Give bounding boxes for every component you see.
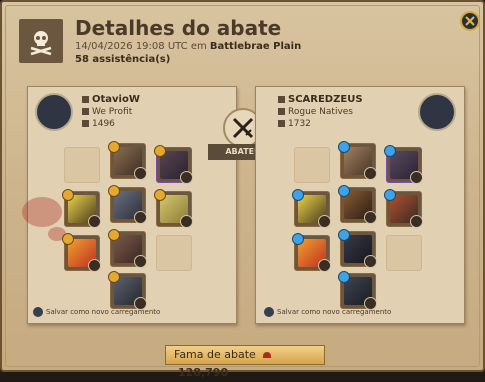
enchant-badge [62,189,74,201]
guild-icon [82,108,89,115]
food-slot-empty [156,235,192,271]
item-info-icon [364,211,377,224]
close-button[interactable] [460,11,480,31]
guild-icon [278,108,285,115]
shoes-slot[interactable] [338,229,377,268]
killer-item-power: 1496 [82,119,115,129]
item-info-icon [364,255,377,268]
enchant-badge [108,229,120,241]
item-power-icon [278,120,285,127]
killer-name[interactable]: OtavioW [82,94,140,105]
item-info-icon [180,215,193,228]
item-info-icon [134,167,147,180]
enchant-badge [108,141,120,153]
close-icon [465,16,475,26]
enchant-badge [338,185,350,197]
cape-slot[interactable] [384,145,423,184]
chest-slot[interactable] [108,185,147,224]
enchant-badge [108,271,120,283]
item-info-icon [410,171,423,184]
killer-panel: OtavioW We Profit 1496 Salvar como novo … [22,86,237,324]
bag-slot-empty [294,147,330,183]
enchant-badge [384,189,396,201]
save-loadout-icon [264,307,274,317]
item-info-icon [180,171,193,184]
enchant-badge [154,145,166,157]
off-hand-slot[interactable] [154,189,193,228]
item-info-icon [134,255,147,268]
shoes-slot[interactable] [108,229,147,268]
enchant-badge [338,141,350,153]
victim-panel: SCAREDZEUS Rogue Natives 1732 Salvar com… [255,86,465,324]
kill-location: Battlebrae Plain [209,41,302,52]
kill-fame-value: 128,790 [178,366,229,379]
item-info-icon [364,167,377,180]
chest-slot[interactable] [338,185,377,224]
item-info-icon [318,215,331,228]
bag-slot-empty [64,147,100,183]
victim-item-power: 1732 [278,119,311,129]
item-info-icon [88,259,101,272]
potion-slot[interactable] [292,233,331,272]
item-info-icon [410,215,423,228]
head-slot[interactable] [108,141,147,180]
victim-name[interactable]: SCAREDZEUS [278,94,363,105]
item-info-icon [134,211,147,224]
enchant-badge [384,145,396,157]
cape-slot[interactable] [154,145,193,184]
killer-avatar[interactable] [35,93,73,131]
save-loadout-link[interactable]: Salvar como novo carregamento [264,307,391,317]
item-info-icon [318,259,331,272]
killer-guild: We Profit [82,107,132,117]
victim-avatar[interactable] [418,93,456,131]
off-hand-slot[interactable] [384,189,423,228]
kill-details-window: Detalhes do abate 14/04/2026 19:08 UTC e… [0,0,485,379]
potion-slot[interactable] [62,233,101,272]
item-power-icon [82,120,89,127]
blood-splatter [22,197,62,227]
main-hand-slot[interactable] [292,189,331,228]
save-loadout-link[interactable]: Salvar como novo carregamento [33,307,160,317]
main-hand-slot[interactable] [62,189,101,228]
enchant-badge [292,189,304,201]
assist-count: 58 assistência(s) [75,54,171,65]
kill-timestamp: 14/04/2026 19:08 UTC em Battlebrae Plain [75,41,301,52]
enchant-badge [62,233,74,245]
enchant-badge [108,185,120,197]
player-icon [278,95,285,103]
item-info-icon [88,215,101,228]
kill-fame-bar: Fama de abate 128,790 [165,345,325,379]
mount-slot[interactable] [108,271,147,310]
head-slot[interactable] [338,141,377,180]
victim-guild: Rogue Natives [278,107,353,117]
enchant-badge [338,229,350,241]
enchant-badge [338,271,350,283]
enchant-badge [154,189,166,201]
food-slot-empty [386,235,422,271]
save-loadout-icon [33,307,43,317]
skull-crossbones-icon [19,19,63,63]
mount-slot[interactable] [338,271,377,310]
page-title: Detalhes do abate [75,16,282,40]
player-icon [82,95,89,103]
kill-fame-label: Fama de abate [174,348,256,361]
fame-icon [263,352,272,358]
enchant-badge [292,233,304,245]
kill-date: 14/04/2026 19:08 UTC em [75,41,207,52]
